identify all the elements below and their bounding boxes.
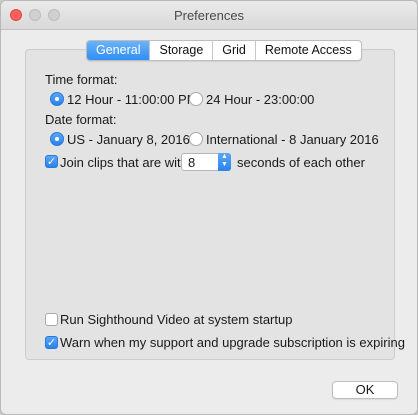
tab-grid[interactable]: Grid	[212, 41, 255, 60]
join-clips-seconds-value[interactable]: 8	[188, 155, 195, 170]
date-format-international-label[interactable]: International - 8 January 2016	[206, 132, 379, 147]
checkmark-icon: ✓	[46, 156, 57, 168]
run-at-startup-checkbox[interactable]	[45, 313, 58, 326]
ok-button[interactable]: OK	[332, 381, 398, 399]
tab-bar: General Storage Grid Remote Access	[86, 40, 362, 61]
tab-remote-access[interactable]: Remote Access	[254, 41, 361, 60]
date-format-international-radio[interactable]	[189, 132, 203, 146]
join-clips-suffix-label: seconds of each other	[237, 155, 365, 170]
preferences-window: Preferences General Storage Grid Remote …	[0, 0, 418, 415]
time-format-heading: Time format:	[45, 72, 118, 87]
date-format-heading: Date format:	[45, 112, 117, 127]
date-format-us-label[interactable]: US - January 8, 2016	[67, 132, 190, 147]
join-clips-label: Join clips that are within	[60, 155, 199, 170]
window-title: Preferences	[173, 8, 245, 23]
warn-subscription-label[interactable]: Warn when my support and upgrade subscri…	[60, 335, 405, 350]
time-format-12h-radio[interactable]	[50, 92, 64, 106]
date-format-us-radio[interactable]	[50, 132, 64, 146]
title-bar: Preferences	[1, 1, 417, 30]
time-format-12h-label[interactable]: 12 Hour - 11:00:00 PM	[67, 92, 198, 107]
time-format-24h-radio[interactable]	[189, 92, 203, 106]
join-clips-seconds-stepper[interactable]: 8 ▲ ▼	[181, 153, 231, 171]
warn-subscription-checkbox[interactable]: ✓	[45, 336, 58, 349]
tab-general[interactable]: General	[87, 41, 150, 60]
time-format-24h-label[interactable]: 24 Hour - 23:00:00	[206, 92, 314, 107]
stepper-arrows-icon[interactable]: ▲ ▼	[218, 153, 231, 171]
run-at-startup-label[interactable]: Run Sighthound Video at system startup	[60, 312, 292, 327]
checkmark-icon: ✓	[46, 337, 57, 349]
tab-storage[interactable]: Storage	[149, 41, 212, 60]
join-clips-checkbox[interactable]: ✓	[45, 155, 58, 168]
